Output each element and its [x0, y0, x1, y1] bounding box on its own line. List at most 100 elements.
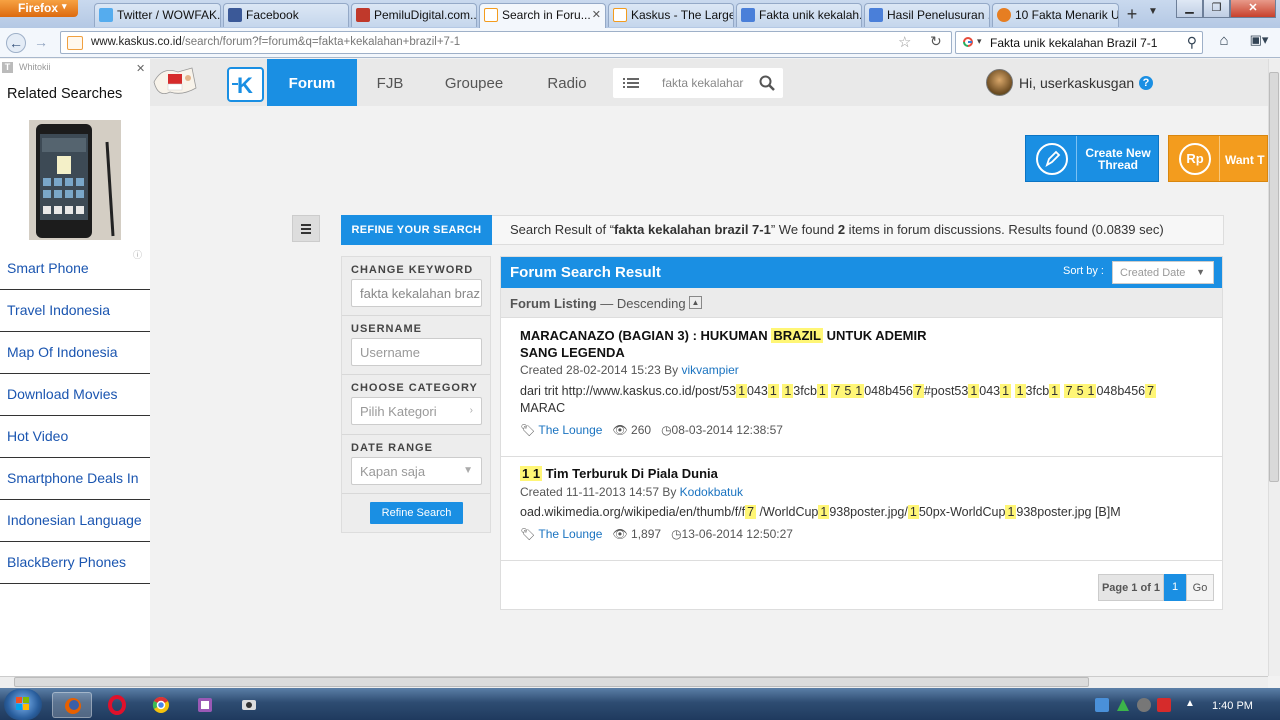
chevron-down-icon: ▾: [62, 1, 67, 11]
taskbar-camera[interactable]: [229, 692, 269, 718]
forward-arrow-icon[interactable]: →: [31, 33, 51, 53]
tab-search-forum[interactable]: Search in Foru... ✕: [479, 3, 606, 28]
close-tab-icon[interactable]: ✕: [592, 8, 601, 21]
nav-radio[interactable]: Radio: [536, 59, 598, 106]
divider: [342, 434, 490, 435]
tab-pemilu[interactable]: PemiluDigital.com...: [351, 3, 477, 27]
page-1-button[interactable]: 1: [1164, 574, 1186, 601]
sort-label: Sort by :: [1063, 265, 1104, 277]
related-item[interactable]: Hot Video: [0, 416, 150, 458]
category-link[interactable]: The Lounge: [538, 527, 602, 541]
last-post-time: 13-06-2014 12:50:27: [681, 527, 793, 541]
tab-google-hasil[interactable]: Hasil Penelusuran ...: [864, 3, 990, 27]
tab-twitter[interactable]: Twitter / WOWFAK...: [94, 3, 221, 27]
refine-search-button[interactable]: Refine Search: [370, 502, 463, 524]
author-link[interactable]: Kodokbatuk: [680, 485, 743, 499]
related-item[interactable]: Smartphone Deals In: [0, 458, 150, 500]
taskbar-chrome[interactable]: [141, 692, 181, 718]
google-icon: [741, 8, 755, 22]
related-item[interactable]: Download Movies: [0, 374, 150, 416]
category-link[interactable]: The Lounge: [538, 423, 602, 437]
related-item[interactable]: Smart Phone: [0, 248, 150, 290]
related-item[interactable]: BlackBerry Phones: [0, 542, 150, 584]
title-text: Tim Terburuk Di Piala Dunia: [542, 466, 718, 481]
related-item[interactable]: Indonesian Language: [0, 500, 150, 542]
site-icon: [997, 8, 1011, 22]
tab-10-fakta[interactable]: 10 Fakta Menarik U...: [992, 3, 1119, 27]
nav-forum[interactable]: Forum: [267, 59, 357, 106]
keyword-input[interactable]: fakta kekalahan braz: [351, 279, 482, 307]
nav-fjb[interactable]: FJB: [365, 59, 415, 106]
author-link[interactable]: vikvampier: [681, 363, 738, 377]
created-text: Created 11-11-2013 14:57 By: [520, 485, 680, 499]
tray-app-icon[interactable]: [1137, 698, 1151, 712]
related-item[interactable]: Travel Indonesia: [0, 290, 150, 332]
taskbar-clock[interactable]: 1:40 PM: [1212, 700, 1253, 712]
date-range-select[interactable]: Kapan saja ▼: [351, 457, 482, 485]
eye-icon: 👁︎: [612, 423, 628, 437]
url-bar[interactable]: www.kaskus.co.id/search/forum?f=forum&q=…: [60, 31, 952, 54]
close-window-button[interactable]: ✕: [1230, 0, 1276, 18]
browser-search-field[interactable]: ▾ Fakta unik kekalahan Brazil 7-1 ⚲: [955, 31, 1203, 54]
bookmark-star-icon[interactable]: ☆: [898, 33, 911, 51]
maximize-button[interactable]: ❐: [1203, 0, 1230, 18]
tag-icon: 🏷︎: [520, 527, 536, 541]
related-item[interactable]: Map Of Indonesia: [0, 332, 150, 374]
tab-facebook[interactable]: Facebook: [223, 3, 349, 27]
home-icon[interactable]: ⌂: [1212, 32, 1236, 54]
avatar[interactable]: [986, 69, 1013, 96]
tab-list-icon[interactable]: ▼: [1148, 6, 1158, 17]
smartphone-ad-image[interactable]: [29, 120, 121, 240]
tab-kaskus[interactable]: Kaskus - The Large...: [608, 3, 734, 27]
snippet-highlight: 1: [1005, 505, 1017, 519]
horizontal-scroll-thumb[interactable]: [14, 677, 1089, 687]
sort-select[interactable]: Created Date ▼: [1112, 261, 1214, 284]
taskbar-firefox[interactable]: [52, 692, 92, 718]
create-thread-button[interactable]: Create New Thread: [1025, 135, 1159, 182]
want-button[interactable]: Rp Want T: [1168, 135, 1268, 182]
category-select[interactable]: Pilih Kategori ›: [351, 397, 482, 425]
search-icon[interactable]: [758, 74, 776, 92]
result-title[interactable]: MARACANAZO (BAGIAN 3) : HUKUMAN BRAZIL U…: [520, 327, 927, 361]
snippet-highlight: 1: [816, 384, 828, 398]
taskbar-app[interactable]: [185, 692, 225, 718]
collapse-icon[interactable]: ▲: [689, 296, 702, 309]
result-snippet-line: MARAC: [520, 401, 566, 415]
list-menu-icon[interactable]: [621, 74, 641, 92]
tray-antivirus-icon[interactable]: [1157, 698, 1171, 712]
close-icon[interactable]: ✕: [136, 62, 145, 75]
pemilu-icon: [356, 8, 370, 22]
help-icon[interactable]: ?: [1139, 76, 1153, 90]
reload-icon[interactable]: ↻: [930, 33, 942, 50]
bookmarks-menu-icon[interactable]: ▣▾: [1242, 32, 1276, 54]
back-arrow-icon[interactable]: ←: [6, 33, 26, 53]
sidebar-toggle-button[interactable]: [292, 215, 320, 242]
search-icon[interactable]: ⚲: [1187, 34, 1197, 51]
vertical-scroll-thumb[interactable]: [1269, 72, 1279, 482]
firefox-menu-button[interactable]: Firefox ▾: [0, 0, 78, 17]
chevron-down-icon[interactable]: ▾: [977, 36, 982, 47]
minimize-button[interactable]: ▁: [1176, 0, 1203, 18]
user-greeting[interactable]: Hi, userkaskusgan: [1019, 75, 1134, 91]
snippet-text: 938poster.jpg/: [829, 505, 908, 519]
divider: [342, 315, 490, 316]
go-button[interactable]: Go: [1186, 574, 1214, 601]
kaskus-logo[interactable]: K: [152, 62, 264, 106]
new-tab-button[interactable]: +: [1121, 4, 1143, 26]
snippet-highlight: 7: [1145, 384, 1157, 398]
tab-label: 10 Fakta Menarik U...: [1015, 8, 1119, 22]
kaskus-search-input[interactable]: fakta kekalahar: [662, 76, 746, 90]
tray-triangle-icon[interactable]: [1116, 698, 1130, 712]
result-footer: 🏷︎ The Lounge 👁︎ 1,897 ◷13-06-2014 12:50…: [520, 527, 793, 541]
tray-network-icon[interactable]: [1095, 698, 1109, 712]
result-title[interactable]: 1 1 Tim Terburuk Di Piala Dunia: [520, 465, 718, 482]
taskbar-opera[interactable]: [97, 692, 137, 718]
nav-groupee[interactable]: Groupee: [435, 59, 513, 106]
tab-google-fakta[interactable]: Fakta unik kekalah...: [736, 3, 862, 27]
refine-search-tab[interactable]: REFINE YOUR SEARCH: [341, 215, 492, 245]
snippet-highlight: 1: [853, 384, 865, 398]
tray-expand-icon[interactable]: ▲: [1185, 698, 1199, 712]
username-input[interactable]: Username: [351, 338, 482, 366]
windows-start-button[interactable]: [4, 689, 42, 720]
kaskus-search-box[interactable]: fakta kekalahar: [613, 68, 783, 98]
